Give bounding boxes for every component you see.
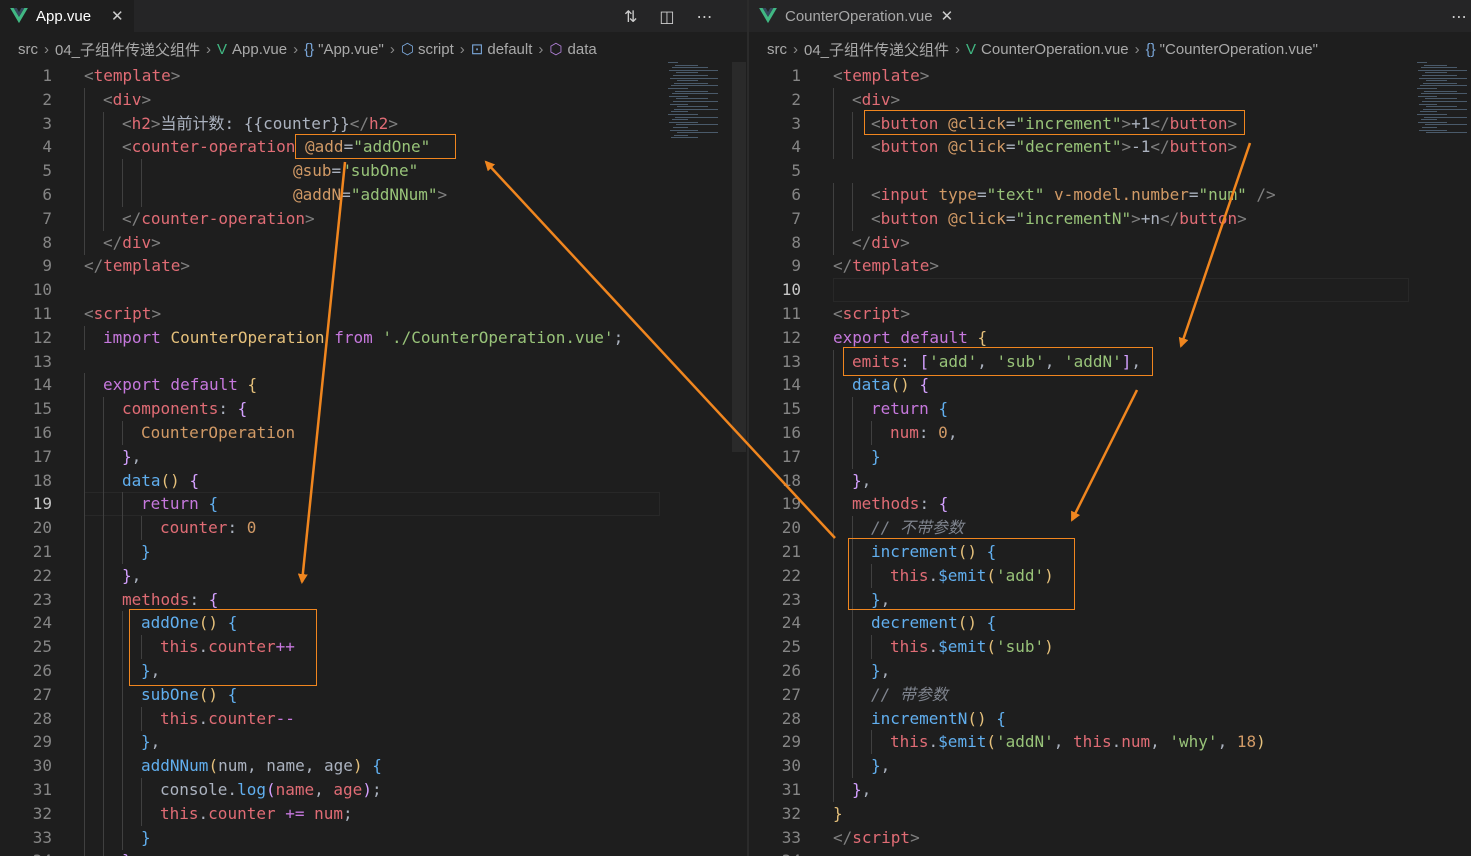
arrow-add-to-addone <box>297 161 347 584</box>
arrow-button-to-emits <box>1178 142 1252 348</box>
arrow-emits-to-method <box>1070 389 1139 522</box>
arrow-emit-to-listener <box>484 160 836 539</box>
annotation-arrows <box>297 142 1252 584</box>
